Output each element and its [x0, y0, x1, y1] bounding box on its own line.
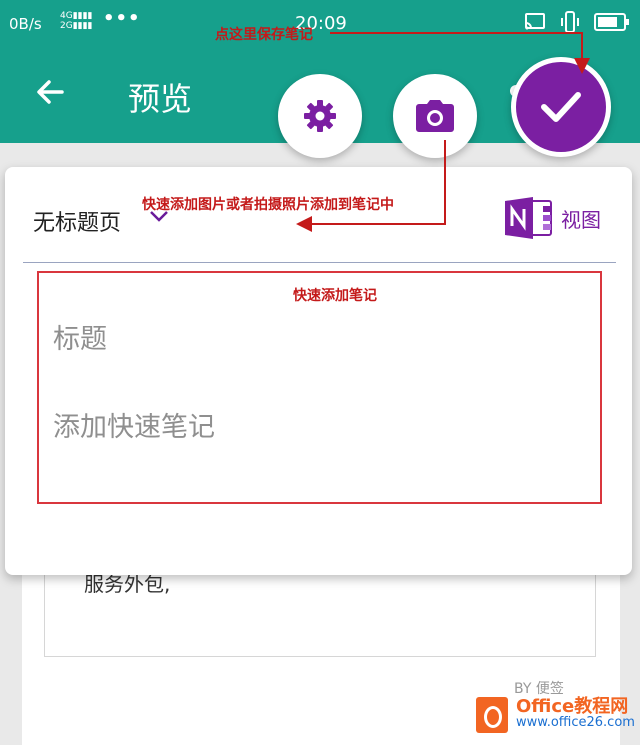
- watermark: Office教程网 www.office26.com: [476, 697, 635, 733]
- annotation-quick-note: 快速添加笔记: [293, 288, 377, 304]
- watermark-brand: Office教程网: [516, 696, 629, 717]
- watermark-text: Office教程网 www.office26.com: [516, 696, 635, 731]
- annotation-photo: 快速添加图片或者拍摄照片添加到笔记中: [142, 197, 394, 213]
- annotation-arrows: [296, 32, 590, 232]
- annotation-save: 点这里保存笔记: [215, 27, 313, 43]
- watermark-url: www.office26.com: [516, 715, 635, 730]
- office-logo-icon: [476, 697, 508, 733]
